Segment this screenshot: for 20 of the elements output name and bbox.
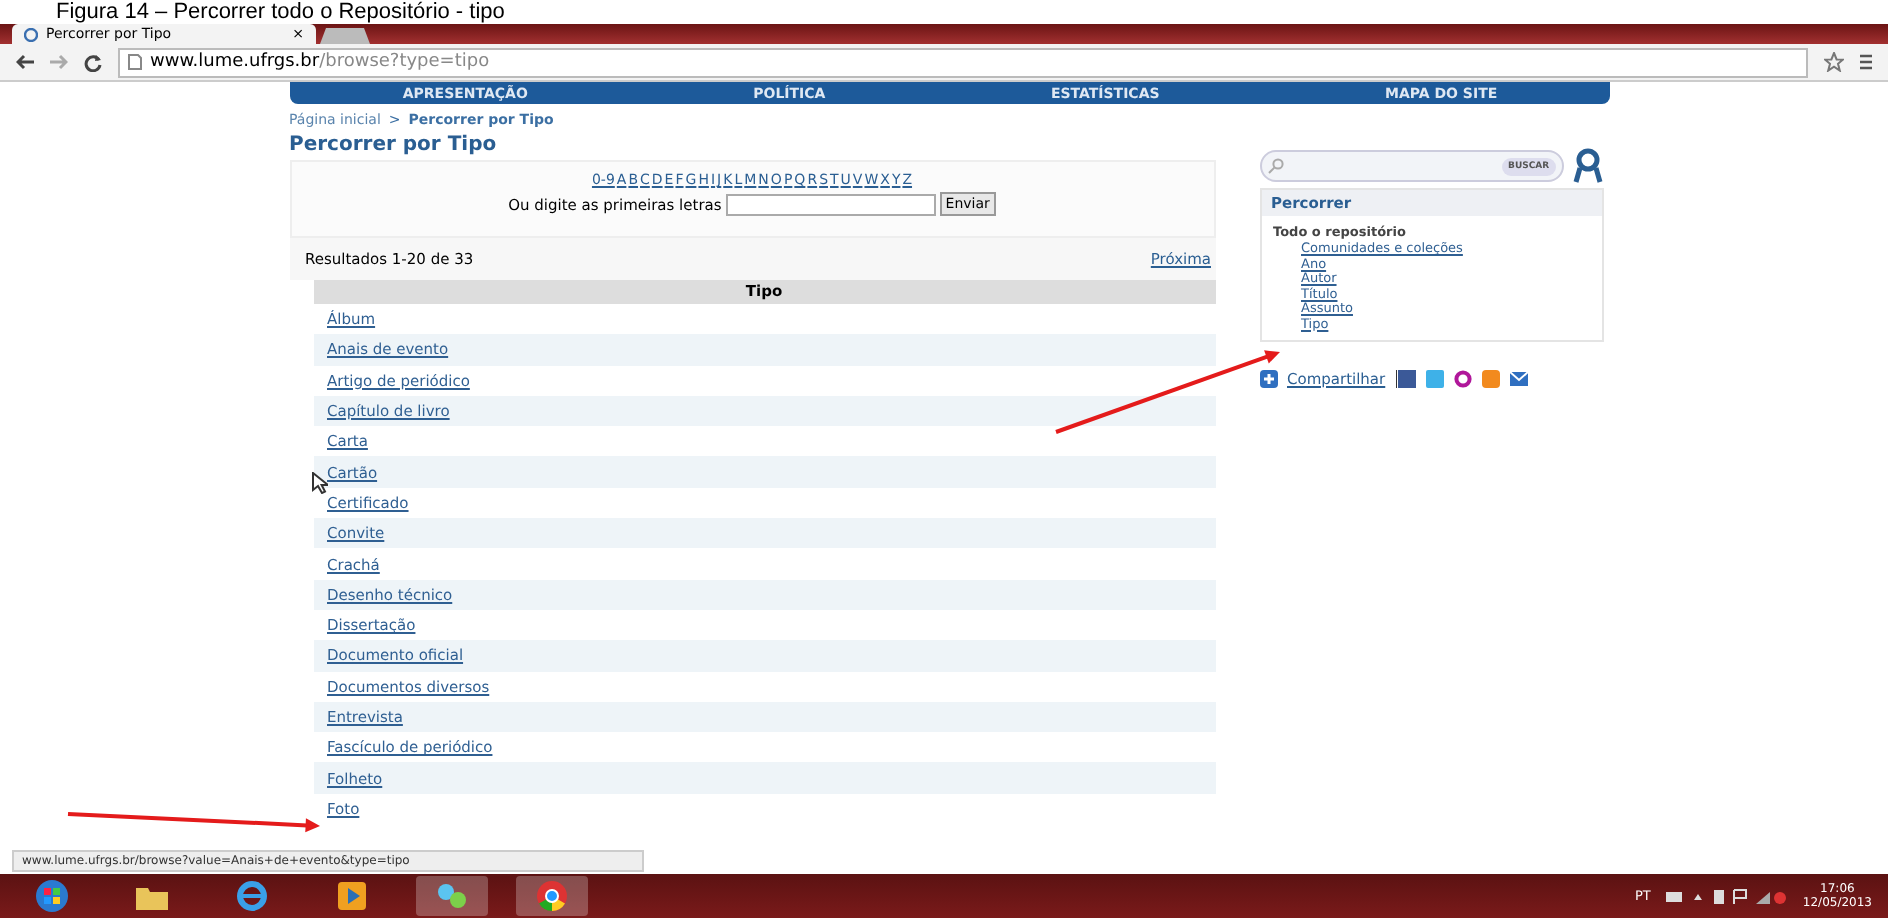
new-tab-button[interactable] (320, 28, 372, 44)
tray-icons[interactable] (1666, 887, 1787, 905)
figure-caption: Figura 14 – Percorrer todo o Repositório - tipo (54, 0, 507, 24)
chrome-icon[interactable] (516, 876, 588, 916)
menu-icon[interactable] (1860, 54, 1872, 70)
ribbon-logo-icon (1571, 148, 1603, 184)
bookmark-star-icon[interactable] (1824, 52, 1844, 72)
search-icon (1267, 158, 1283, 174)
plus-icon[interactable] (1259, 370, 1277, 388)
url-text: www.lume.ufrgs.br/browse?type=tipo (150, 52, 490, 72)
mail-icon[interactable] (1509, 372, 1528, 386)
address-bar[interactable]: www.lume.ufrgs.br/browse?type=tipo (118, 47, 1808, 77)
facebook-icon[interactable] (1395, 370, 1416, 388)
letters-input[interactable] (725, 193, 936, 215)
reload-icon[interactable] (84, 53, 102, 71)
page-icon (128, 54, 142, 70)
back-icon[interactable] (16, 54, 34, 70)
page-title: Percorrer por Tipo (289, 134, 499, 156)
start-button-icon[interactable] (34, 878, 70, 914)
page-icon (24, 27, 38, 41)
